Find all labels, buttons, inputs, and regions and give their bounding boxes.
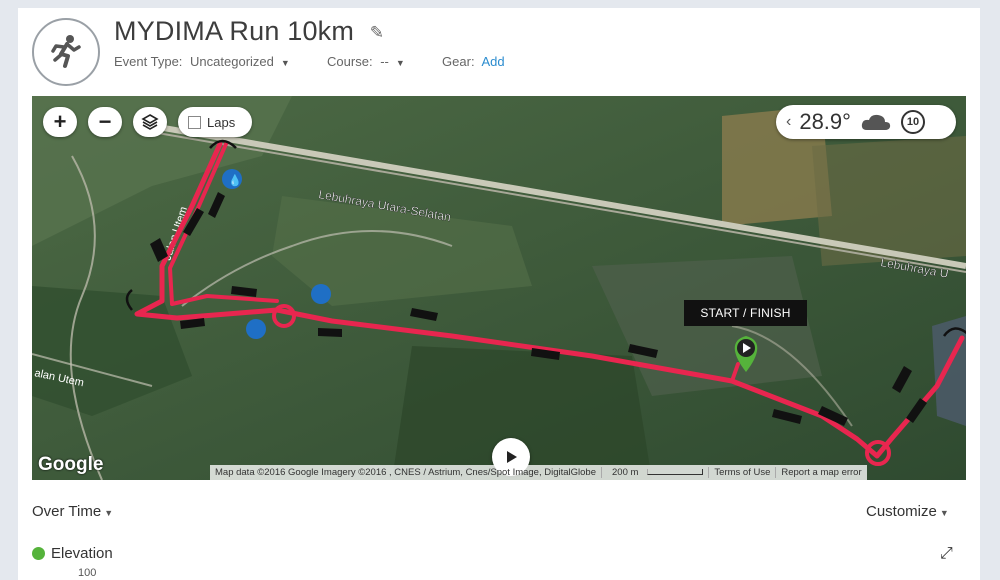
caret-down-icon: ▼ bbox=[104, 508, 114, 518]
route-map[interactable]: Lebuhraya Utara-Selatan Lebuhraya U Jala… bbox=[32, 96, 966, 480]
activity-title-text: MYDIMA Run 10km bbox=[114, 16, 355, 46]
activity-meta: Event Type: Uncategorized ▼ Course: -- ▼ G… bbox=[114, 54, 509, 69]
layers-icon bbox=[141, 114, 159, 130]
course-value: -- bbox=[380, 54, 389, 69]
chevron-left-icon[interactable]: ‹ bbox=[786, 113, 791, 131]
edit-pencil-icon[interactable]: ✎ bbox=[370, 23, 384, 43]
event-type-dropdown[interactable]: Uncategorized ▼ bbox=[190, 54, 294, 69]
event-type-label: Event Type: bbox=[114, 54, 183, 69]
map-attribution-bar: Map data ©2016 Google Imagery ©2016 , CN… bbox=[210, 465, 867, 480]
add-gear-link[interactable]: Add bbox=[481, 54, 504, 69]
over-time-dropdown[interactable]: Over Time ▼ bbox=[32, 503, 113, 520]
customize-dropdown[interactable]: Customize ▼ bbox=[866, 503, 949, 520]
play-icon bbox=[507, 451, 517, 463]
zoom-out-button[interactable]: − bbox=[88, 107, 122, 137]
map-scale: 200 m bbox=[601, 467, 708, 478]
layers-button[interactable] bbox=[133, 107, 167, 137]
satellite-terrain: Lebuhraya Utara-Selatan Lebuhraya U Jala… bbox=[32, 96, 966, 480]
gear-label: Gear: bbox=[442, 54, 475, 69]
customize-label: Customize bbox=[866, 503, 937, 520]
running-person-icon bbox=[51, 35, 81, 68]
over-time-label: Over Time bbox=[32, 503, 102, 520]
wind-speed-icon: 10 bbox=[900, 110, 925, 134]
expand-icon[interactable]: ⤢ bbox=[940, 545, 953, 563]
event-type-value: Uncategorized bbox=[190, 54, 274, 69]
laps-checkbox[interactable] bbox=[188, 115, 201, 129]
elevation-label: Elevation bbox=[51, 545, 113, 562]
elevation-legend[interactable]: Elevation bbox=[32, 545, 113, 562]
zoom-in-button[interactable]: + bbox=[43, 107, 77, 137]
activity-type-avatar bbox=[32, 18, 100, 86]
svg-text:💧: 💧 bbox=[228, 174, 242, 187]
weather-widget[interactable]: ‹ 28.9° 10 bbox=[776, 105, 956, 139]
cloud-icon bbox=[861, 114, 891, 130]
map-attribution: Map data ©2016 Google Imagery ©2016 , CN… bbox=[215, 467, 596, 478]
elevation-dot-icon bbox=[32, 547, 45, 560]
laps-toggle[interactable]: Laps bbox=[178, 107, 252, 137]
caret-down-icon: ▼ bbox=[395, 58, 405, 68]
report-map-error-link[interactable]: Report a map error bbox=[775, 467, 866, 478]
activity-title: MYDIMA Run 10km ✎ bbox=[114, 16, 384, 47]
laps-label: Laps bbox=[207, 114, 236, 130]
y-axis-tick: 100 bbox=[78, 567, 97, 579]
course-dropdown[interactable]: -- ▼ bbox=[380, 54, 409, 69]
terms-of-use-link[interactable]: Terms of Use bbox=[708, 467, 775, 478]
start-finish-label: START / FINISH bbox=[684, 300, 807, 326]
caret-down-icon: ▼ bbox=[939, 508, 949, 518]
course-label: Course: bbox=[327, 54, 373, 69]
caret-down-icon: ▼ bbox=[280, 58, 290, 68]
temperature: 28.9° bbox=[799, 109, 851, 134]
google-logo: Google bbox=[38, 454, 104, 475]
